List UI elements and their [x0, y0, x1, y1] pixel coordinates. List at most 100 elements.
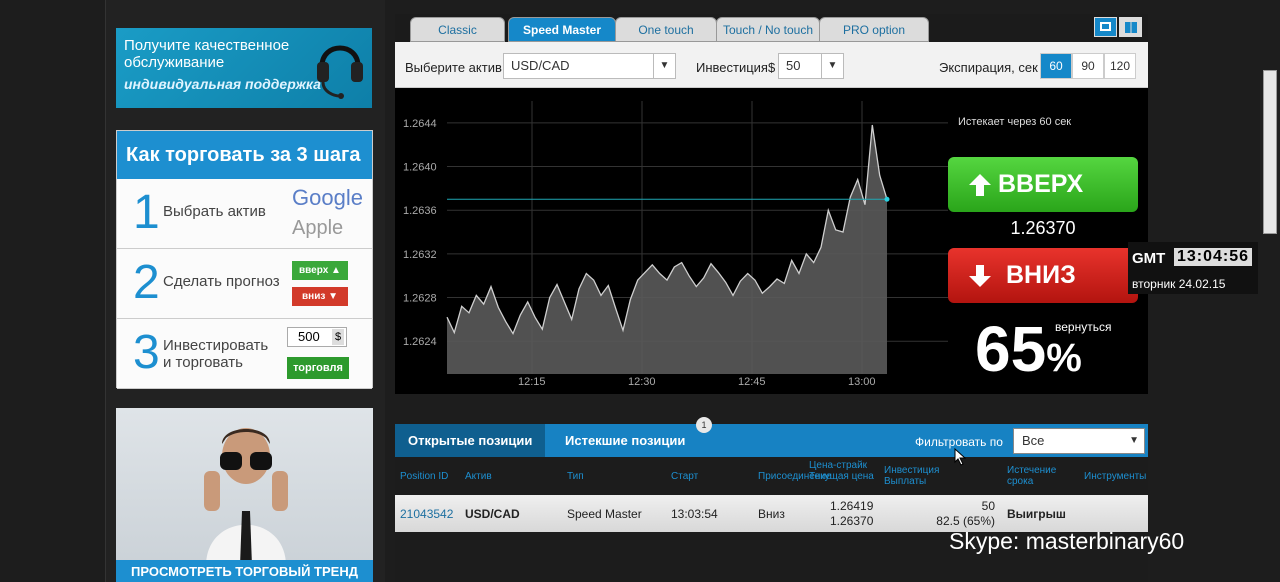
- step-number: 1: [133, 186, 160, 239]
- expiry-label: Экспирация, сек: [939, 60, 1038, 75]
- payout-value: 65: [975, 313, 1047, 385]
- businessman-binoculars-image: [204, 428, 288, 566]
- step-number: 2: [133, 256, 160, 309]
- how-to-trade-panel: Как торговать за 3 шага 1 Выбрать актив …: [116, 130, 373, 389]
- currency-sign: $: [332, 329, 344, 345]
- positions-header: Position ID Актив Тип Старт Присоединени…: [395, 457, 1148, 495]
- price-area: [447, 125, 887, 374]
- tab-open-positions[interactable]: Открытые позиции: [395, 424, 546, 457]
- y-tick-label: 1.2640: [403, 162, 437, 174]
- x-tick-label: 12:30: [628, 376, 656, 388]
- sample-amount-field: 500 $: [287, 327, 347, 347]
- call-up-label: ВВЕРХ: [998, 170, 1084, 198]
- y-tick-label: 1.2644: [403, 118, 437, 130]
- step-1: 1 Выбрать актив Google Apple: [117, 179, 372, 249]
- expires-text: Истекает через 60 сек: [958, 116, 1072, 128]
- option-type-tabs: Classic Speed Master One touch Touch / N…: [395, 14, 1148, 42]
- put-down-button[interactable]: ВНИЗ: [948, 248, 1138, 303]
- positions-panel: Открытые позиции Истекшие позиции 1 Филь…: [395, 417, 1148, 582]
- tab-touch-no-touch[interactable]: Touch / No touch: [716, 17, 820, 42]
- trade-toolbar: Выберите актив USD/CAD ▼ Инвестиция$ 50 ▼ …: [395, 42, 1148, 88]
- expiry-60-button[interactable]: 60: [1040, 53, 1072, 79]
- sample-trade-button: торговля: [287, 357, 349, 379]
- how-to-trade-title: Как торговать за 3 шага: [117, 131, 372, 179]
- headset-icon: [317, 45, 363, 99]
- x-tick-label: 12:45: [738, 376, 766, 388]
- step-text: Выбрать актив: [163, 203, 266, 220]
- call-up-button[interactable]: ВВЕРХ: [948, 157, 1138, 212]
- position-result: Выигрыш: [1007, 507, 1066, 521]
- invest-value: 50: [786, 58, 801, 73]
- step-2: 2 Сделать прогноз вверх ▲ вниз ▼: [117, 249, 372, 319]
- trend-caption: ПРОСМОТРЕТЬ ТОРГОВЫЙ ТРЕНД: [116, 560, 373, 582]
- position-invest: 50: [981, 499, 995, 513]
- col-asset: Актив: [465, 471, 492, 482]
- trend-banner[interactable]: ПРОСМОТРЕТЬ ТОРГОВЫЙ ТРЕНД: [116, 408, 373, 582]
- page-scrollbar[interactable]: [1263, 70, 1277, 234]
- position-direction: Вниз: [758, 507, 785, 521]
- col-start: Старт: [671, 471, 699, 482]
- step-text-line2: и торговать: [163, 354, 243, 371]
- invest-select[interactable]: 50 ▼: [778, 53, 844, 79]
- position-id[interactable]: 21043542: [400, 507, 453, 521]
- filter-label: Фильтровать по: [915, 435, 1003, 449]
- clock-time: 13:04:56: [1174, 248, 1253, 266]
- return-label: вернуться: [1055, 320, 1112, 334]
- y-tick-label: 1.2624: [403, 336, 437, 348]
- arrow-up-icon: [969, 174, 991, 196]
- asset-select[interactable]: USD/CAD ▼: [503, 53, 676, 79]
- col-current-price: Текущая цена: [809, 471, 874, 482]
- col-expiry: Истечение: [1007, 465, 1057, 476]
- gmt-clock: GMT 13:04:56 вторник 24.02.15: [1128, 242, 1258, 294]
- col-instruments: Инструменты: [1084, 471, 1147, 482]
- col-position-id: Position ID: [400, 471, 449, 482]
- expiry-90-button[interactable]: 90: [1072, 53, 1104, 79]
- asset-label: Выберите актив: [405, 60, 502, 75]
- position-current: 1.26370: [830, 514, 874, 528]
- tab-speed-master[interactable]: Speed Master: [508, 17, 616, 42]
- current-price: 1.26370: [1010, 218, 1076, 238]
- col-expiry-2: срока: [1007, 476, 1034, 487]
- clock-zone: GMT: [1132, 250, 1166, 267]
- price-chart: 1.2644 1.2640 1.2636 1.2632 1.2628 1.2624 12:1…: [403, 101, 948, 388]
- mouse-cursor-icon: [954, 448, 966, 466]
- google-logo: Google: [292, 185, 363, 210]
- sample-up-button: вверх ▲: [292, 261, 348, 280]
- chevron-down-icon: ▼: [653, 54, 675, 78]
- grid-view-icon[interactable]: [1119, 17, 1142, 37]
- expired-count-badge: 1: [696, 417, 712, 433]
- chevron-down-icon: ▼: [821, 54, 843, 78]
- apple-logo: Apple: [292, 217, 344, 239]
- col-payout: Выплаты: [884, 476, 927, 487]
- x-tick-label: 12:15: [518, 376, 546, 388]
- tab-pro-option[interactable]: PRO option: [819, 17, 929, 42]
- y-tick-label: 1.2632: [403, 249, 437, 261]
- y-tick-label: 1.2636: [403, 205, 437, 217]
- positions-tabs: Открытые позиции Истекшие позиции 1 Филь…: [395, 417, 1148, 457]
- arrow-down-icon: [969, 265, 991, 287]
- position-start: 13:03:54: [671, 507, 718, 521]
- expiry-120-button[interactable]: 120: [1104, 53, 1136, 79]
- support-title: Получите качественное обслуживание: [124, 37, 290, 71]
- col-investment: Инвестиция: [884, 465, 940, 476]
- step-number: 3: [133, 326, 160, 379]
- step-text-line1: Инвестировать: [163, 337, 269, 354]
- position-type: Speed Master: [567, 507, 642, 521]
- tab-expired-positions[interactable]: Истекшие позиции: [552, 424, 698, 457]
- table-row[interactable]: 21043542 USD/CAD Speed Master 13:03:54 В…: [395, 495, 1148, 532]
- position-payout: 82.5 (65%): [936, 514, 995, 528]
- trading-platform: Classic Speed Master One touch Touch / N…: [395, 14, 1148, 394]
- page: Получите качественное обслуживание индив…: [0, 0, 1280, 582]
- support-subtitle: индивидуальная поддержка: [124, 76, 321, 92]
- tab-one-touch[interactable]: One touch: [615, 17, 717, 42]
- y-tick-label: 1.2628: [403, 293, 437, 305]
- skype-overlay: Skype: masterbinary60: [949, 528, 1185, 554]
- put-down-label: ВНИЗ: [1006, 261, 1076, 289]
- col-strike-price: Цена-страйк: [809, 460, 868, 471]
- filter-select[interactable]: Все ▼: [1013, 428, 1145, 454]
- tab-classic[interactable]: Classic: [410, 17, 505, 42]
- support-banner[interactable]: Получите качественное обслуживание индив…: [116, 28, 372, 108]
- single-view-icon[interactable]: [1094, 17, 1117, 37]
- x-tick-label: 13:00: [848, 376, 876, 388]
- step-text: Инвестировать и торговать: [163, 337, 268, 371]
